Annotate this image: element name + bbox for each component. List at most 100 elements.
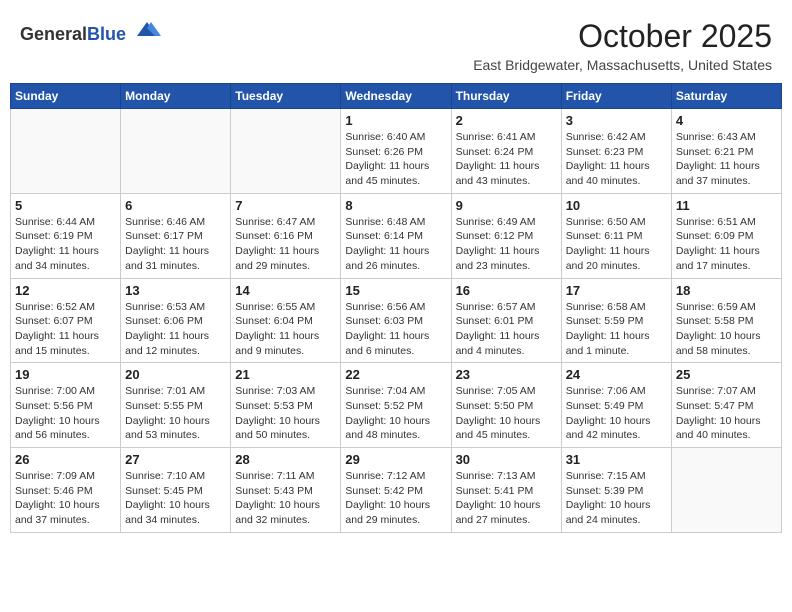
- calendar-table: SundayMondayTuesdayWednesdayThursdayFrid…: [10, 83, 782, 533]
- day-number: 14: [235, 283, 336, 298]
- day-number: 30: [456, 452, 557, 467]
- logo: GeneralBlue: [20, 18, 161, 45]
- day-info: Sunrise: 7:05 AM Sunset: 5:50 PM Dayligh…: [456, 384, 557, 443]
- weekday-header: Friday: [561, 84, 671, 109]
- day-number: 6: [125, 198, 226, 213]
- day-number: 21: [235, 367, 336, 382]
- calendar-cell: [231, 109, 341, 194]
- day-number: 11: [676, 198, 777, 213]
- calendar-cell: 12Sunrise: 6:52 AM Sunset: 6:07 PM Dayli…: [11, 278, 121, 363]
- calendar-cell: [671, 448, 781, 533]
- calendar-cell: 31 Sunrise: 7:15 AM Sunset: 5:39 PM Dayli…: [561, 448, 671, 533]
- calendar-cell: 14 Sunrise: 6:55 AM Sunset: 6:04 PM Dayli…: [231, 278, 341, 363]
- day-info: Sunrise: 6:57 AM Sunset: 6:01 PM Dayligh…: [456, 300, 557, 359]
- day-info: Sunrise: 6:46 AM Sunset: 6:17 PM Dayligh…: [125, 215, 226, 274]
- calendar-cell: 22Sunrise: 7:04 AM Sunset: 5:52 PM Dayli…: [341, 363, 451, 448]
- day-info: Sunrise: 6:47 AM Sunset: 6:16 PM Dayligh…: [235, 215, 336, 274]
- day-number: 26: [15, 452, 116, 467]
- day-info: Sunrise: 6:51 AM Sunset: 6:09 PM Dayligh…: [676, 215, 777, 274]
- calendar-cell: 10 Sunrise: 6:50 AM Sunset: 6:11 PM Dayli…: [561, 193, 671, 278]
- calendar-cell: 20 Sunrise: 7:01 AM Sunset: 5:55 PM Dayli…: [121, 363, 231, 448]
- calendar-cell: 4 Sunrise: 6:43 AM Sunset: 6:21 PM Daylig…: [671, 109, 781, 194]
- day-number: 20: [125, 367, 226, 382]
- calendar-cell: 5Sunrise: 6:44 AM Sunset: 6:19 PM Daylig…: [11, 193, 121, 278]
- day-number: 28: [235, 452, 336, 467]
- title-area: October 2025 East Bridgewater, Massachus…: [473, 18, 772, 73]
- calendar-week-row: 5Sunrise: 6:44 AM Sunset: 6:19 PM Daylig…: [11, 193, 782, 278]
- day-info: Sunrise: 7:12 AM Sunset: 5:42 PM Dayligh…: [345, 469, 446, 528]
- day-info: Sunrise: 6:56 AM Sunset: 6:03 PM Dayligh…: [345, 300, 446, 359]
- day-info: Sunrise: 6:43 AM Sunset: 6:21 PM Dayligh…: [676, 130, 777, 189]
- weekday-header: Monday: [121, 84, 231, 109]
- day-number: 15: [345, 283, 446, 298]
- calendar-week-row: 1 Sunrise: 6:40 AM Sunset: 6:26 PM Daylig…: [11, 109, 782, 194]
- day-info: Sunrise: 6:40 AM Sunset: 6:26 PM Dayligh…: [345, 130, 446, 189]
- day-info: Sunrise: 7:15 AM Sunset: 5:39 PM Dayligh…: [566, 469, 667, 528]
- day-number: 25: [676, 367, 777, 382]
- day-number: 13: [125, 283, 226, 298]
- weekday-header: Thursday: [451, 84, 561, 109]
- day-info: Sunrise: 6:53 AM Sunset: 6:06 PM Dayligh…: [125, 300, 226, 359]
- weekday-header-row: SundayMondayTuesdayWednesdayThursdayFrid…: [11, 84, 782, 109]
- calendar-cell: 13 Sunrise: 6:53 AM Sunset: 6:06 PM Dayli…: [121, 278, 231, 363]
- day-number: 10: [566, 198, 667, 213]
- day-number: 24: [566, 367, 667, 382]
- calendar-cell: 17Sunrise: 6:58 AM Sunset: 5:59 PM Dayli…: [561, 278, 671, 363]
- day-number: 8: [345, 198, 446, 213]
- calendar-cell: 6 Sunrise: 6:46 AM Sunset: 6:17 PM Daylig…: [121, 193, 231, 278]
- day-number: 16: [456, 283, 557, 298]
- weekday-header: Tuesday: [231, 84, 341, 109]
- day-info: Sunrise: 6:50 AM Sunset: 6:11 PM Dayligh…: [566, 215, 667, 274]
- calendar-cell: 25Sunrise: 7:07 AM Sunset: 5:47 PM Dayli…: [671, 363, 781, 448]
- calendar-cell: 8 Sunrise: 6:48 AM Sunset: 6:14 PM Daylig…: [341, 193, 451, 278]
- calendar-cell: 26 Sunrise: 7:09 AM Sunset: 5:46 PM Dayli…: [11, 448, 121, 533]
- calendar-cell: 2Sunrise: 6:41 AM Sunset: 6:24 PM Daylig…: [451, 109, 561, 194]
- calendar-week-row: 12Sunrise: 6:52 AM Sunset: 6:07 PM Dayli…: [11, 278, 782, 363]
- weekday-header: Saturday: [671, 84, 781, 109]
- month-title: October 2025: [473, 18, 772, 55]
- day-info: Sunrise: 7:04 AM Sunset: 5:52 PM Dayligh…: [345, 384, 446, 443]
- day-number: 29: [345, 452, 446, 467]
- day-number: 18: [676, 283, 777, 298]
- day-number: 4: [676, 113, 777, 128]
- calendar-cell: 28 Sunrise: 7:11 AM Sunset: 5:43 PM Dayli…: [231, 448, 341, 533]
- day-number: 31: [566, 452, 667, 467]
- day-info: Sunrise: 7:10 AM Sunset: 5:45 PM Dayligh…: [125, 469, 226, 528]
- day-info: Sunrise: 7:11 AM Sunset: 5:43 PM Dayligh…: [235, 469, 336, 528]
- day-number: 9: [456, 198, 557, 213]
- day-number: 3: [566, 113, 667, 128]
- day-info: Sunrise: 7:01 AM Sunset: 5:55 PM Dayligh…: [125, 384, 226, 443]
- day-info: Sunrise: 7:09 AM Sunset: 5:46 PM Dayligh…: [15, 469, 116, 528]
- day-number: 2: [456, 113, 557, 128]
- location: East Bridgewater, Massachusetts, United …: [473, 57, 772, 73]
- calendar-cell: 1 Sunrise: 6:40 AM Sunset: 6:26 PM Daylig…: [341, 109, 451, 194]
- calendar-cell: [121, 109, 231, 194]
- calendar-cell: 18Sunrise: 6:59 AM Sunset: 5:58 PM Dayli…: [671, 278, 781, 363]
- day-info: Sunrise: 7:13 AM Sunset: 5:41 PM Dayligh…: [456, 469, 557, 528]
- page-header: GeneralBlue October 2025 East Bridgewate…: [10, 10, 782, 77]
- day-info: Sunrise: 6:48 AM Sunset: 6:14 PM Dayligh…: [345, 215, 446, 274]
- calendar-cell: 19Sunrise: 7:00 AM Sunset: 5:56 PM Dayli…: [11, 363, 121, 448]
- calendar-cell: 3Sunrise: 6:42 AM Sunset: 6:23 PM Daylig…: [561, 109, 671, 194]
- day-number: 1: [345, 113, 446, 128]
- day-info: Sunrise: 7:00 AM Sunset: 5:56 PM Dayligh…: [15, 384, 116, 443]
- calendar-cell: 9 Sunrise: 6:49 AM Sunset: 6:12 PM Daylig…: [451, 193, 561, 278]
- day-info: Sunrise: 6:49 AM Sunset: 6:12 PM Dayligh…: [456, 215, 557, 274]
- calendar-cell: 30 Sunrise: 7:13 AM Sunset: 5:41 PM Dayli…: [451, 448, 561, 533]
- day-number: 23: [456, 367, 557, 382]
- day-number: 7: [235, 198, 336, 213]
- day-number: 17: [566, 283, 667, 298]
- calendar-cell: 24 Sunrise: 7:06 AM Sunset: 5:49 PM Dayli…: [561, 363, 671, 448]
- calendar-cell: 16 Sunrise: 6:57 AM Sunset: 6:01 PM Dayli…: [451, 278, 561, 363]
- calendar-cell: [11, 109, 121, 194]
- weekday-header: Sunday: [11, 84, 121, 109]
- calendar-cell: 11 Sunrise: 6:51 AM Sunset: 6:09 PM Dayli…: [671, 193, 781, 278]
- calendar-week-row: 26 Sunrise: 7:09 AM Sunset: 5:46 PM Dayli…: [11, 448, 782, 533]
- calendar-cell: 23 Sunrise: 7:05 AM Sunset: 5:50 PM Dayli…: [451, 363, 561, 448]
- weekday-header: Wednesday: [341, 84, 451, 109]
- logo-icon: [133, 18, 161, 40]
- day-info: Sunrise: 7:06 AM Sunset: 5:49 PM Dayligh…: [566, 384, 667, 443]
- day-info: Sunrise: 6:55 AM Sunset: 6:04 PM Dayligh…: [235, 300, 336, 359]
- calendar-cell: 29 Sunrise: 7:12 AM Sunset: 5:42 PM Dayli…: [341, 448, 451, 533]
- calendar-cell: 15 Sunrise: 6:56 AM Sunset: 6:03 PM Dayli…: [341, 278, 451, 363]
